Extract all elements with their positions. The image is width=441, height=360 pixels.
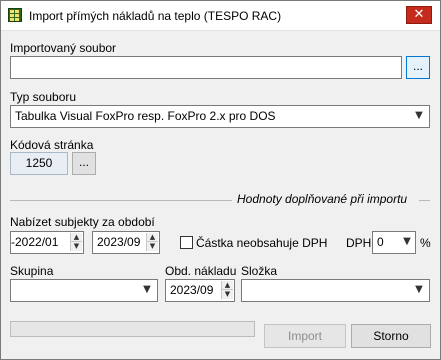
period-label: Nabízet subjekty za období [10, 215, 155, 229]
component-select[interactable]: ▼ [241, 279, 430, 302]
file-type-label: Typ souboru [10, 90, 77, 104]
import-button-label: Import [287, 329, 322, 343]
period-from-value: -2022/01 [11, 235, 59, 249]
vat-excluded-checkbox[interactable] [180, 236, 193, 249]
cancel-button-label: Storno [373, 329, 409, 343]
dph-rate-select[interactable]: 0 ▼ [372, 231, 416, 254]
component-label: Složka [241, 264, 278, 278]
code-page-button-label: ... [78, 155, 89, 169]
spin-up-icon[interactable]: ▲ [147, 233, 158, 242]
window-title: Import přímých nákladů na teplo (TESPO R… [29, 9, 282, 23]
cost-period-spinner[interactable]: ▲ ▼ [221, 281, 233, 299]
spin-up-icon[interactable]: ▲ [71, 233, 82, 242]
source-file-input[interactable] [10, 56, 402, 79]
dph-label: DPH [346, 236, 372, 250]
percent-label: % [420, 236, 431, 250]
vat-excluded-label[interactable]: Částka neobsahuje DPH [196, 236, 327, 250]
section-divider [10, 200, 232, 201]
group-label: Skupina [10, 264, 54, 278]
chevron-down-icon: ▼ [403, 236, 411, 247]
cost-period-input[interactable]: 2023/09 ▲ ▼ [165, 279, 235, 302]
period-from-spinner[interactable]: ▲ ▼ [70, 233, 82, 251]
spin-down-icon[interactable]: ▼ [71, 242, 82, 251]
period-to-input[interactable]: 2023/09 ▲ ▼ [92, 231, 160, 254]
source-file-label: Importovaný soubor [10, 41, 117, 55]
period-to-spinner[interactable]: ▲ ▼ [146, 233, 158, 251]
import-values-heading: Hodnoty doplňované při importu [237, 192, 408, 206]
file-type-select[interactable]: Tabulka Visual FoxPro resp. FoxPro 2.x p… [10, 105, 430, 128]
title-bar[interactable]: Import přímých nákladů na teplo (TESPO R… [1, 1, 440, 31]
code-page-label: Kódová stránka [10, 138, 94, 152]
code-page-button[interactable]: ... [72, 152, 96, 175]
spin-down-icon[interactable]: ▼ [222, 290, 233, 299]
chevron-down-icon: ▼ [143, 284, 151, 295]
group-select[interactable]: ▼ [10, 279, 158, 302]
close-icon: ✕ [413, 7, 425, 22]
app-grid-icon [8, 8, 22, 22]
import-dialog-window: Import přímých nákladů na teplo (TESPO R… [0, 0, 441, 360]
browse-file-button[interactable]: ... [406, 56, 430, 79]
section-divider-end [419, 200, 430, 201]
spin-up-icon[interactable]: ▲ [222, 281, 233, 290]
cost-period-label: Obd. nákladu [165, 264, 237, 278]
cancel-button[interactable]: Storno [351, 324, 431, 348]
import-button[interactable]: Import [264, 324, 346, 348]
spin-down-icon[interactable]: ▼ [147, 242, 158, 251]
browse-file-button-label: ... [412, 59, 423, 73]
code-page-field: 1250 [10, 152, 68, 175]
chevron-down-icon: ▼ [415, 284, 423, 295]
import-progress-bar [10, 321, 255, 337]
period-to-value: 2023/09 [97, 235, 141, 249]
period-from-input[interactable]: -2022/01 ▲ ▼ [10, 231, 84, 254]
close-button[interactable]: ✕ [406, 6, 432, 24]
file-type-value: Tabulka Visual FoxPro resp. FoxPro 2.x p… [15, 109, 276, 123]
dph-rate-value: 0 [377, 235, 384, 249]
cost-period-value: 2023/09 [170, 283, 214, 297]
chevron-down-icon: ▼ [415, 110, 423, 121]
